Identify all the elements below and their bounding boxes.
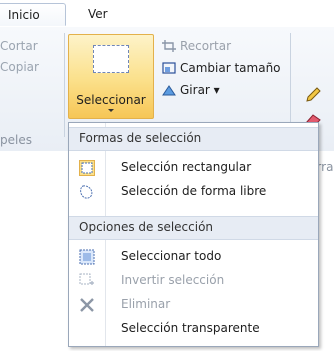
ribbon-tab-bar: Inicio Ver — [0, 0, 334, 28]
rotate-button[interactable]: Girar ▾ — [162, 83, 220, 97]
pencil-icon[interactable] — [304, 86, 322, 107]
clipboard-group-label: peles — [0, 133, 32, 147]
select-all-icon — [79, 249, 95, 265]
menu-item-freeform-selection[interactable]: Selección de forma libre — [69, 180, 318, 204]
shapes-section-header: Formas de selección — [69, 127, 318, 151]
menu-item-rectangular-selection[interactable]: Selección rectangular — [69, 156, 318, 180]
menu-item-label: Selección de forma libre — [121, 184, 267, 198]
resize-icon — [162, 62, 176, 74]
dropdown-arrow-icon — [108, 109, 114, 112]
group-divider — [64, 33, 65, 137]
selection-icon — [93, 45, 129, 73]
resize-label: Cambiar tamaño — [180, 61, 281, 75]
menu-item-label: Selección transparente — [121, 321, 260, 335]
menu-item-invert-selection[interactable]: Invertir selección — [69, 269, 318, 293]
delete-x-icon — [79, 297, 95, 313]
rotate-icon — [162, 84, 176, 96]
menu-item-label: Eliminar — [121, 297, 171, 311]
invert-selection-icon — [79, 273, 95, 289]
crop-icon — [162, 40, 176, 52]
crop-button[interactable]: Recortar — [162, 39, 231, 53]
select-button[interactable]: Seleccionar — [68, 34, 154, 119]
resize-button[interactable]: Cambiar tamaño — [162, 61, 281, 75]
options-section-header: Opciones de selección — [69, 216, 318, 240]
rotate-label: Girar ▾ — [180, 83, 220, 97]
tab-ver[interactable]: Ver — [80, 3, 116, 26]
selection-dropdown-menu: Formas de selección Selección rectangula… — [68, 122, 319, 347]
menu-item-label: Selección rectangular — [121, 160, 252, 174]
menu-item-label: Seleccionar todo — [121, 249, 222, 263]
cut-button[interactable]: Cortar — [0, 39, 38, 53]
menu-item-label: Invertir selección — [121, 273, 225, 287]
menu-item-delete[interactable]: Eliminar — [69, 293, 318, 317]
crop-label: Recortar — [180, 39, 232, 53]
copy-button[interactable]: Copiar — [0, 60, 39, 74]
menu-item-transparent-selection[interactable]: Selección transparente — [69, 317, 318, 341]
tab-inicio[interactable]: Inicio — [0, 3, 66, 26]
select-button-label: Seleccionar — [76, 93, 146, 107]
menu-item-select-all[interactable]: Seleccionar todo — [69, 245, 318, 269]
rectangular-selection-icon — [79, 160, 95, 176]
freeform-selection-icon — [79, 184, 95, 200]
